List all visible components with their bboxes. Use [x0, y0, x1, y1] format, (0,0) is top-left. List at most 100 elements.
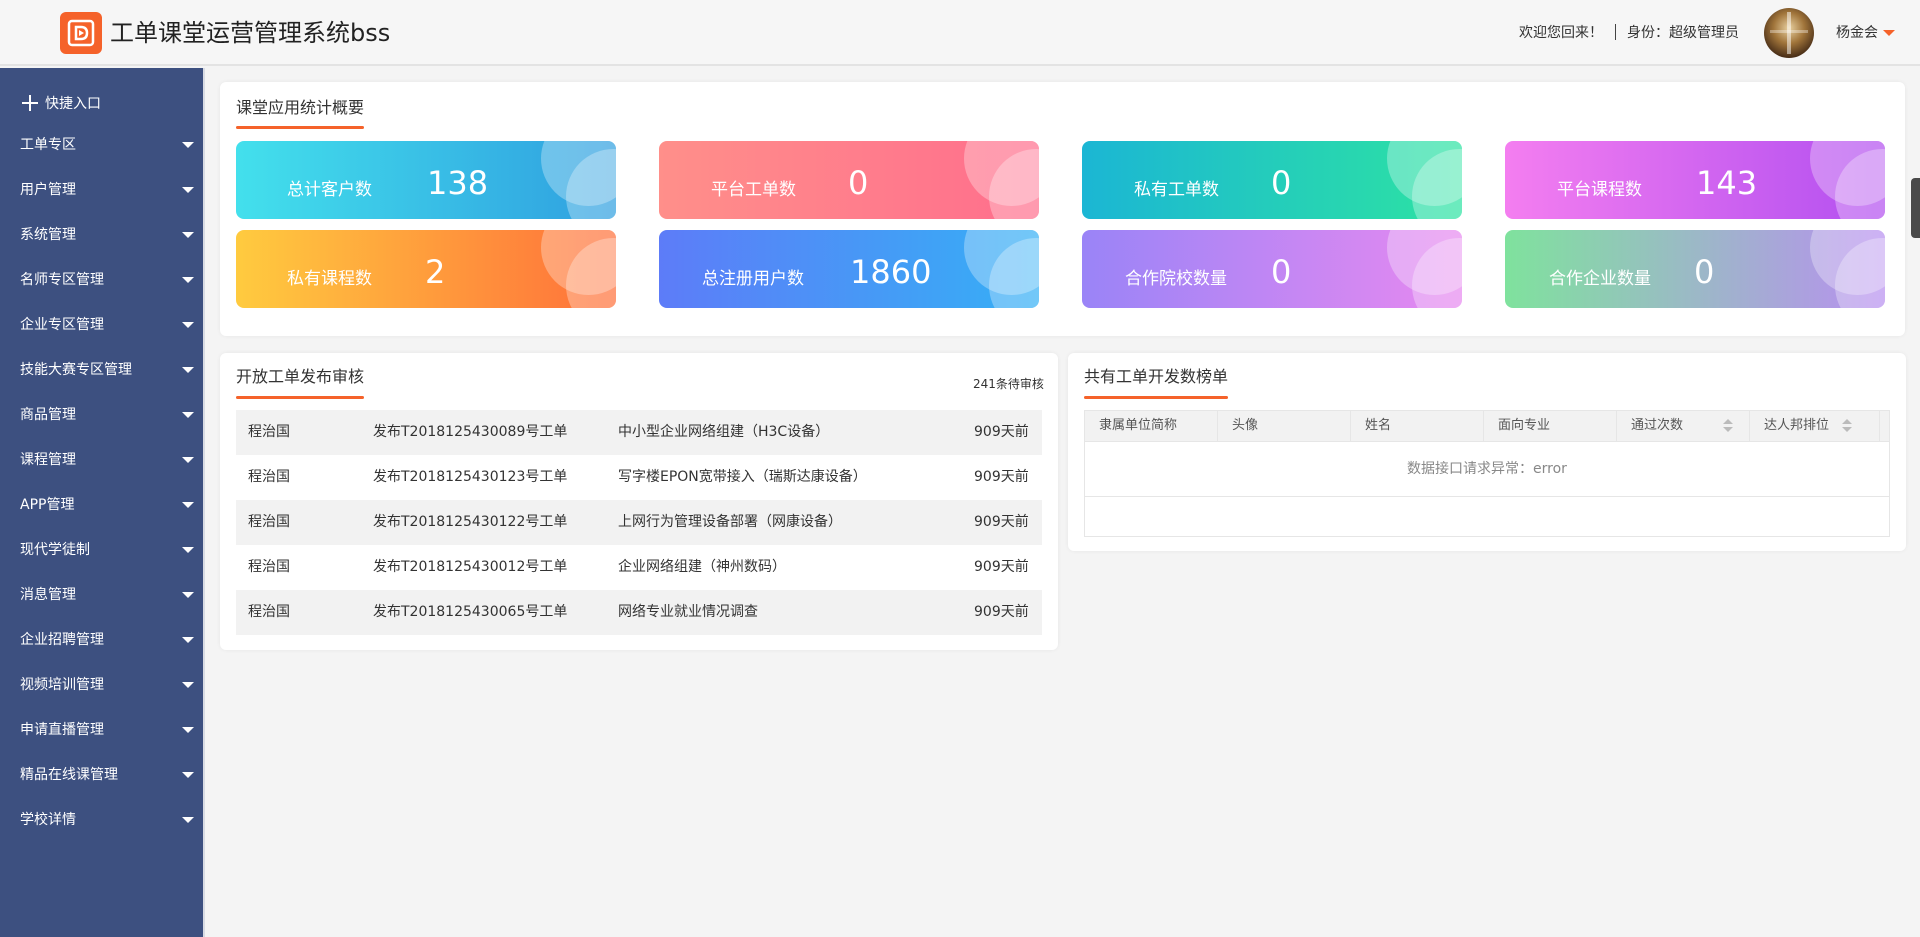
stat-label: 平台工单数 — [711, 180, 796, 200]
sidebar-item-courses[interactable]: 课程管理 — [0, 448, 203, 493]
row-name: 程治国 — [248, 559, 290, 575]
stat-card-partner-schools[interactable]: 合作院校数量 0 — [1082, 230, 1462, 308]
sidebar-item-workorder[interactable]: 工单专区 — [0, 133, 203, 178]
table-row[interactable]: 程治国 发布T2018125430089号工单 中小型企业网络组建（H3C设备）… — [236, 410, 1042, 455]
caret-down-icon — [182, 142, 194, 148]
stat-card-customers[interactable]: 总计客户数 138 — [236, 141, 616, 219]
sidebar-item-apprenticeship[interactable]: 现代学徒制 — [0, 538, 203, 583]
row-code: 发布T2018125430065号工单 — [373, 604, 568, 620]
stat-value: 1860 — [850, 253, 932, 291]
row-code: 发布T2018125430012号工单 — [373, 559, 568, 575]
row-name: 程治国 — [248, 424, 290, 440]
sidebar-item-label: 课程管理 — [20, 452, 76, 468]
stat-card-private-courses[interactable]: 私有课程数 2 — [236, 230, 616, 308]
sidebar-item-online-courses[interactable]: 精品在线课管理 — [0, 763, 203, 808]
side-drawer-handle[interactable] — [1911, 178, 1920, 238]
sidebar-item-label: 申请直播管理 — [20, 722, 104, 738]
stat-card-private-orders[interactable]: 私有工单数 0 — [1082, 141, 1462, 219]
table-row[interactable]: 程治国 发布T2018125430123号工单 写字楼EPON宽带接入（瑞斯达康… — [236, 455, 1042, 500]
sidebar-item-label: 商品管理 — [20, 407, 76, 423]
avatar[interactable] — [1764, 8, 1814, 58]
sidebar-item-label: 视频培训管理 — [20, 677, 104, 693]
review-panel-title: 开放工单发布审核 — [236, 367, 365, 386]
caret-down-icon — [182, 637, 194, 643]
title-underline — [1084, 396, 1228, 399]
column-label: 隶属单位简称 — [1099, 418, 1178, 433]
stat-label: 总注册用户数 — [702, 269, 804, 289]
caret-down-icon — [182, 817, 194, 823]
sidebar-item-label: 企业招聘管理 — [20, 632, 104, 648]
chevron-down-icon[interactable] — [1883, 30, 1895, 36]
row-time: 909天前 — [974, 469, 1029, 485]
logo-icon — [67, 19, 95, 47]
sort-icon[interactable] — [1723, 419, 1733, 433]
sidebar-item-label: 名师专区管理 — [20, 272, 104, 288]
table-row[interactable]: 程治国 发布T2018125430122号工单 上网行为管理设备部署（网康设备）… — [236, 500, 1042, 545]
sidebar-item-app[interactable]: APP管理 — [0, 493, 203, 538]
sidebar-item-users[interactable]: 用户管理 — [0, 178, 203, 223]
row-name: 程治国 — [248, 514, 290, 530]
stat-label: 私有课程数 — [287, 269, 372, 289]
table-row[interactable]: 程治国 发布T2018125430012号工单 企业网络组建（神州数码） 909… — [236, 545, 1042, 590]
column-header[interactable]: 通过次数 — [1617, 411, 1750, 442]
caret-down-icon — [182, 187, 194, 193]
row-title: 企业网络组建（神州数码） — [618, 559, 786, 575]
sidebar-menu: 工单专区 用户管理 系统管理 名师专区管理 企业专区管理 技能大赛专区管理 商品… — [0, 133, 203, 853]
sidebar-item-enterprise[interactable]: 企业专区管理 — [0, 313, 203, 358]
column-label: 达人邦排位 — [1764, 418, 1830, 433]
sidebar-item-label: 企业专区管理 — [20, 317, 104, 333]
stat-card-partner-enterprises[interactable]: 合作企业数量 0 — [1505, 230, 1885, 308]
row-title: 网络专业就业情况调查 — [618, 604, 758, 620]
stat-card-platform-orders[interactable]: 平台工单数 0 — [659, 141, 1039, 219]
quick-entry[interactable]: 快捷入口 — [22, 93, 101, 113]
username[interactable]: 杨金会 — [1836, 22, 1878, 42]
column-header[interactable]: 头像 — [1218, 411, 1351, 442]
column-header[interactable]: 达人邦排位 — [1750, 411, 1880, 442]
row-name: 程治国 — [248, 604, 290, 620]
sidebar-item-label: 工单专区 — [20, 137, 76, 153]
column-label: 姓名 — [1365, 418, 1392, 433]
stat-card-registered-users[interactable]: 总注册用户数 1860 — [659, 230, 1039, 308]
row-title: 上网行为管理设备部署（网康设备） — [618, 514, 842, 530]
row-code: 发布T2018125430089号工单 — [373, 424, 568, 440]
sidebar-item-products[interactable]: 商品管理 — [0, 403, 203, 448]
stat-label: 总计客户数 — [287, 180, 372, 200]
sidebar-item-label: 系统管理 — [20, 227, 76, 243]
sidebar-item-teachers[interactable]: 名师专区管理 — [0, 268, 203, 313]
sort-icon[interactable] — [1842, 419, 1852, 433]
sidebar-item-school[interactable]: 学校详情 — [0, 808, 203, 853]
stat-value: 138 — [427, 164, 489, 202]
sidebar-item-recruitment[interactable]: 企业招聘管理 — [0, 628, 203, 673]
caret-down-icon — [182, 277, 194, 283]
sidebar-item-label: 学校详情 — [20, 812, 76, 828]
row-time: 909天前 — [974, 559, 1029, 575]
stat-label: 私有工单数 — [1134, 180, 1219, 200]
top-header: 工单课堂运营管理系统bss 欢迎您回来！ 身份：超级管理员 杨金会 — [0, 0, 1920, 66]
sidebar-item-label: 精品在线课管理 — [20, 767, 118, 783]
stat-value: 0 — [1271, 164, 1292, 202]
column-label: 通过次数 — [1631, 418, 1684, 433]
column-header[interactable]: 面向专业 — [1484, 411, 1617, 442]
sidebar-item-label: 用户管理 — [20, 182, 76, 198]
caret-down-icon — [182, 727, 194, 733]
row-time: 909天前 — [974, 424, 1029, 440]
row-code: 发布T2018125430122号工单 — [373, 514, 568, 530]
stat-value: 0 — [1271, 253, 1292, 291]
sidebar-item-system[interactable]: 系统管理 — [0, 223, 203, 268]
app-logo[interactable] — [60, 12, 102, 54]
sidebar-item-contest[interactable]: 技能大赛专区管理 — [0, 358, 203, 403]
sidebar-item-video-training[interactable]: 视频培训管理 — [0, 673, 203, 718]
stat-label: 平台课程数 — [1557, 180, 1642, 200]
column-header[interactable]: 隶属单位简称 — [1085, 411, 1218, 442]
pending-count[interactable]: 241条待审核 — [973, 375, 1044, 392]
caret-down-icon — [182, 367, 194, 373]
sidebar-item-live[interactable]: 申请直播管理 — [0, 718, 203, 763]
stat-label: 合作院校数量 — [1125, 269, 1227, 289]
caret-down-icon — [182, 322, 194, 328]
row-time: 909天前 — [974, 514, 1029, 530]
table-row[interactable]: 程治国 发布T2018125430065号工单 网络专业就业情况调查 909天前 — [236, 590, 1042, 635]
column-header[interactable]: 姓名 — [1351, 411, 1484, 442]
sidebar-item-messages[interactable]: 消息管理 — [0, 583, 203, 628]
sidebar-item-label: APP管理 — [20, 497, 75, 513]
stat-card-platform-courses[interactable]: 平台课程数 143 — [1505, 141, 1885, 219]
